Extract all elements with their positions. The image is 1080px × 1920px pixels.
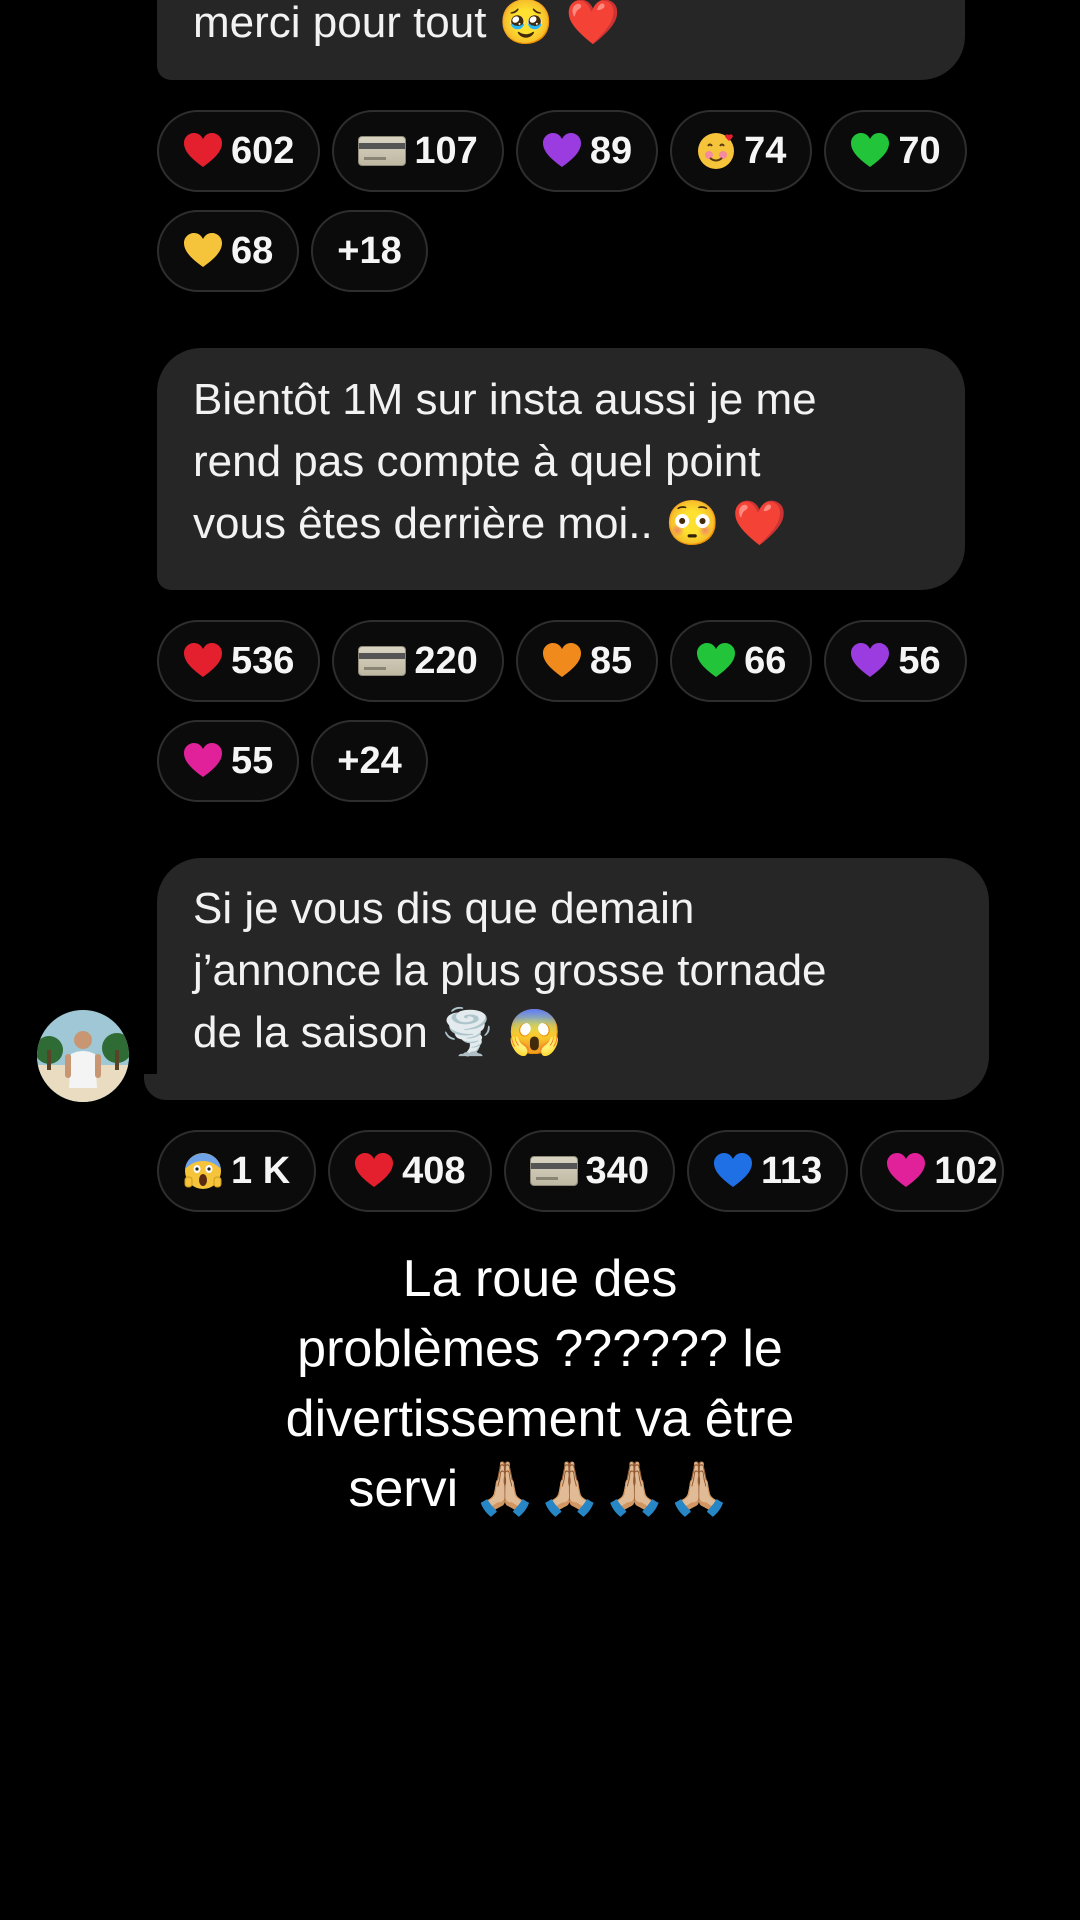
message-text: de la saison 🌪️ 😱 — [193, 1008, 562, 1057]
green-heart-icon — [696, 643, 736, 679]
reaction-pill[interactable]: 70 — [824, 110, 967, 192]
reaction-pill[interactable]: 55 — [157, 720, 300, 802]
reaction-pill[interactable]: 74 — [670, 110, 813, 192]
reaction-pill[interactable]: 220 — [332, 620, 504, 702]
caption-line: problèmes ?????? le — [297, 1320, 783, 1378]
message-text: j’annonce la plus grosse tornade — [193, 946, 827, 995]
red-heart-icon — [354, 1153, 394, 1189]
reaction-pill[interactable]: 536 — [157, 620, 321, 702]
screaming-face-icon — [183, 1151, 223, 1191]
pink-heart-icon — [183, 743, 223, 779]
credit-card-icon — [358, 646, 407, 676]
reactions-row: 602 107 89 74 70 — [157, 110, 967, 192]
message-bubble[interactable]: merci pour tout 🥹 ❤️ — [157, 0, 965, 80]
caption-line: La roue des — [402, 1250, 678, 1308]
reactions-row: 536 220 85 66 56 — [157, 620, 967, 702]
green-heart-icon — [850, 133, 890, 169]
purple-heart-icon — [850, 643, 890, 679]
more-reactions-count: +18 — [337, 229, 402, 272]
red-heart-icon — [183, 643, 223, 679]
reaction-count: 602 — [231, 129, 295, 172]
reaction-count: 70 — [898, 129, 941, 172]
reaction-count: 220 — [414, 639, 478, 682]
reaction-pill[interactable]: 602 — [157, 110, 321, 192]
message-text: Bientôt 1M sur insta aussi je me — [193, 375, 817, 424]
message-bubble[interactable]: Si je vous dis que demain j’annonce la p… — [157, 858, 989, 1100]
caption-line: divertissement va être — [285, 1390, 795, 1448]
reaction-pill[interactable]: 107 — [332, 110, 504, 192]
reactions-row: 1 K 408 340 113 102 — [157, 1130, 1004, 1212]
reaction-count: 408 — [402, 1149, 466, 1192]
message-bubble[interactable]: Bientôt 1M sur insta aussi je me rend pa… — [157, 348, 965, 590]
more-reactions-pill[interactable]: +18 — [311, 210, 428, 292]
reaction-count: 536 — [231, 639, 295, 682]
video-caption: La roue des problèmes ?????? le divertis… — [140, 1244, 940, 1524]
reaction-pill[interactable]: 102 — [860, 1130, 1004, 1212]
reaction-count: 55 — [231, 739, 274, 782]
blue-heart-icon — [713, 1153, 753, 1189]
reaction-pill[interactable]: 408 — [328, 1130, 492, 1212]
reactions-row: 55 +24 — [157, 720, 428, 802]
reaction-pill[interactable]: 56 — [824, 620, 967, 702]
message-text: merci pour tout 🥹 ❤️ — [193, 0, 621, 47]
credit-card-icon — [358, 136, 407, 166]
reaction-count: 85 — [589, 639, 633, 682]
reaction-pill[interactable]: 66 — [670, 620, 813, 702]
reaction-count: 56 — [898, 639, 941, 682]
red-heart-icon — [183, 133, 223, 169]
pink-heart-icon — [886, 1153, 926, 1189]
more-reactions-pill[interactable]: +24 — [311, 720, 428, 802]
purple-heart-icon — [542, 133, 582, 169]
reaction-pill[interactable]: 85 — [515, 620, 659, 702]
reaction-pill[interactable]: 89 — [515, 110, 659, 192]
reaction-count: 66 — [744, 639, 787, 682]
message-text: vous êtes derrière moi.. 😳 ❤️ — [193, 499, 787, 548]
reaction-count: 68 — [231, 229, 274, 272]
reactions-row: 68 +18 — [157, 210, 428, 292]
reaction-pill[interactable]: 340 — [503, 1130, 675, 1212]
more-reactions-count: +24 — [337, 739, 402, 782]
reaction-count: 74 — [744, 129, 787, 172]
orange-heart-icon — [542, 643, 582, 679]
message-text: Si je vous dis que demain — [193, 884, 695, 933]
smiling-face-hearts-icon — [696, 131, 736, 171]
message-text: rend pas compte à quel point — [193, 437, 761, 486]
reaction-count: 107 — [414, 129, 478, 172]
credit-card-icon — [529, 1156, 578, 1186]
reaction-pill[interactable]: 68 — [157, 210, 300, 292]
yellow-heart-icon — [183, 233, 223, 269]
avatar[interactable] — [37, 1010, 129, 1102]
reaction-count: 102 — [934, 1149, 998, 1192]
reaction-pill[interactable]: 1 K — [157, 1130, 317, 1212]
reaction-count: 1 K — [231, 1149, 291, 1192]
reaction-count: 340 — [585, 1149, 649, 1192]
reaction-count: 113 — [760, 1149, 823, 1192]
caption-line: servi 🙏🏼🙏🏼🙏🏼🙏🏼 — [348, 1460, 732, 1518]
reaction-pill[interactable]: 113 — [686, 1130, 849, 1212]
reaction-count: 89 — [589, 129, 633, 172]
